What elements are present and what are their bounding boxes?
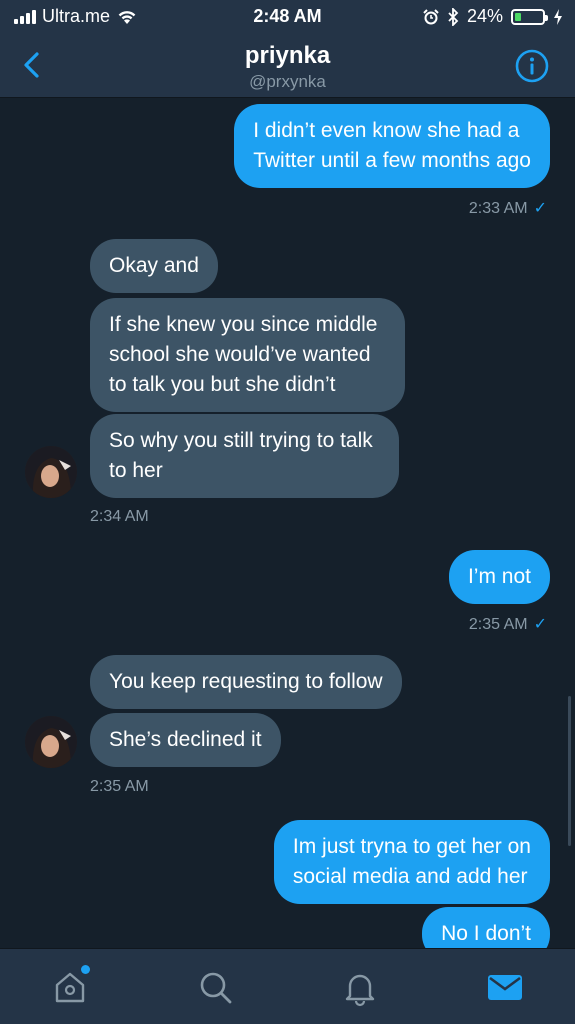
- message-bubble-outgoing[interactable]: Im just tryna to get her on social media…: [273, 820, 550, 904]
- message-bubble-incoming[interactable]: You keep requesting to follow: [90, 655, 402, 709]
- message-bubble-incoming[interactable]: If she knew you since middle school she …: [90, 298, 406, 412]
- avatar[interactable]: [25, 446, 77, 498]
- message-timestamp: 2:34 AM: [90, 508, 149, 525]
- contact-name[interactable]: priynka: [0, 42, 575, 70]
- status-bar: Ultra.me 2:48 AM 24%: [0, 0, 575, 34]
- message-thread[interactable]: I didn’t even know she had a Twitter unt…: [0, 98, 575, 948]
- status-right-group: 24%: [423, 6, 563, 27]
- scrollbar[interactable]: [568, 696, 571, 846]
- avatar[interactable]: [25, 716, 77, 768]
- notifications-icon[interactable]: [340, 967, 380, 1007]
- message-timestamp: 2:35 AM ✓: [468, 616, 547, 633]
- messages-icon[interactable]: [485, 967, 525, 1007]
- read-check-icon: ✓: [533, 200, 547, 217]
- conversation-header: priynka @prxynka: [0, 34, 575, 98]
- bluetooth-icon: [448, 7, 459, 26]
- avatar-photo: [25, 446, 77, 498]
- search-icon[interactable]: [195, 967, 235, 1007]
- message-bubble-incoming[interactable]: Okay and: [90, 239, 218, 293]
- battery-icon: [511, 8, 548, 25]
- home-notification-dot: [81, 965, 90, 974]
- alarm-icon: [423, 8, 439, 24]
- battery-percent: 24%: [466, 6, 503, 26]
- message-timestamp: 2:33 AM ✓: [468, 200, 547, 217]
- contact-handle: @prxynka: [249, 72, 326, 91]
- message-bubble-incoming[interactable]: She’s declined it: [90, 713, 281, 767]
- message-bubble-outgoing[interactable]: I’m not: [448, 550, 550, 604]
- message-bubble-outgoing[interactable]: I didn’t even know she had a Twitter unt…: [234, 104, 550, 188]
- avatar-photo: [25, 716, 77, 768]
- message-timestamp: 2:35 AM: [90, 778, 149, 795]
- tab-bar: [0, 948, 575, 1024]
- charging-icon: [554, 8, 562, 25]
- read-check-icon: ✓: [533, 616, 547, 633]
- info-icon[interactable]: [515, 49, 549, 83]
- message-bubble-outgoing[interactable]: No I don’t: [422, 907, 550, 948]
- message-bubble-incoming[interactable]: So why you still trying to talk to her: [90, 414, 399, 498]
